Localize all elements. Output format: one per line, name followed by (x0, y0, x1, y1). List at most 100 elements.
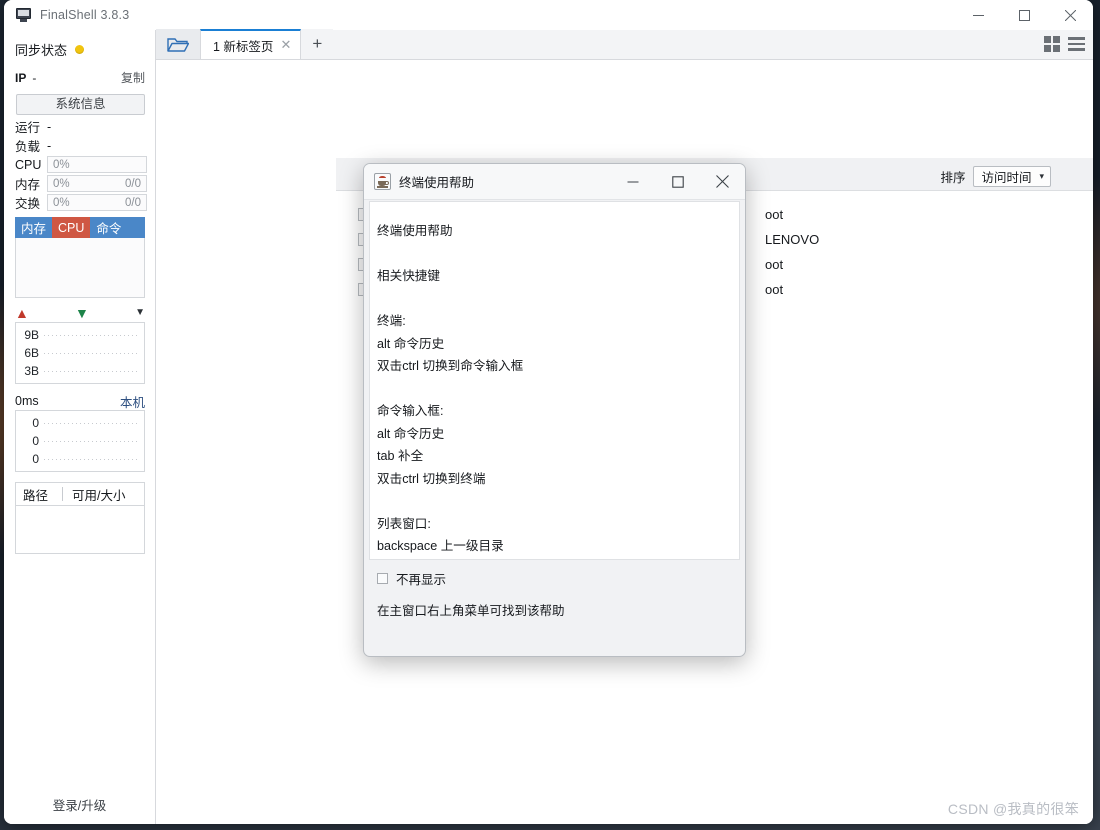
process-col-command[interactable]: 命令 (90, 217, 127, 238)
toolbar-icons (1044, 36, 1085, 52)
grid-view-icon[interactable] (1044, 36, 1060, 52)
finalshell-main-window: FinalShell 3.8.3 同步状态 IP - 复制 系统信息 运行 - … (4, 0, 1093, 824)
disk-col-size[interactable]: 可用/大小 (63, 485, 125, 504)
java-app-icon (374, 173, 391, 190)
close-icon[interactable]: ✕ (280, 37, 291, 53)
ping-latency: 0ms (15, 394, 39, 408)
tab-strip: 1 新标签页 ✕ + (156, 29, 1093, 60)
swap-ratio: 0/0 (125, 196, 141, 209)
chevron-down-icon: ▾ (1039, 171, 1044, 181)
list-item-label: oot (765, 282, 784, 297)
window-controls (955, 0, 1093, 30)
sync-status-indicator (75, 45, 85, 54)
ping-axis-label: 0 (32, 434, 39, 448)
swap-percent: 0% (53, 196, 70, 209)
dialog-close-button[interactable] (700, 164, 745, 200)
ping-gridline (44, 440, 140, 442)
process-table-body[interactable] (15, 238, 145, 298)
ping-host[interactable]: 本机 (120, 392, 145, 411)
minimize-button[interactable] (955, 0, 1001, 30)
system-info-button[interactable]: 系统信息 (16, 94, 145, 115)
dialog-title: 终端使用帮助 (399, 176, 475, 190)
help-text-area[interactable]: 终端使用帮助 相关快捷键 终端: alt 命令历史 双击ctrl 切换到命令输入… (369, 201, 740, 560)
copy-ip-button[interactable]: 复制 (121, 69, 145, 86)
sync-status-row: 同步状态 (4, 30, 155, 67)
swap-meter: 0% 0/0 (47, 194, 147, 211)
computer-icon (16, 8, 32, 22)
open-folder-icon[interactable] (156, 29, 200, 59)
cpu-meter: 0% (47, 156, 147, 173)
maximize-button[interactable] (1001, 0, 1047, 30)
uptime-label: 运行 (15, 121, 41, 135)
menu-list-icon[interactable] (1068, 37, 1085, 51)
network-axis-label: 3B (24, 364, 39, 378)
ping-gridline (44, 422, 140, 424)
window-titlebar: FinalShell 3.8.3 (4, 0, 1093, 30)
cpu-percent: 0% (53, 158, 70, 171)
ip-value: - (32, 70, 37, 85)
ping-axis-label: 0 (32, 452, 39, 466)
swap-label: 交换 (15, 197, 41, 211)
dont-show-again-checkbox[interactable] (377, 572, 388, 584)
dialog-minimize-button[interactable] (610, 164, 655, 200)
chevron-down-icon[interactable]: ▼ (135, 308, 145, 318)
ping-axis-label: 0 (32, 416, 39, 430)
network-graph-row: 9B (18, 326, 140, 344)
tab-new-page[interactable]: 1 新标签页 ✕ (200, 29, 302, 59)
network-axis-label: 6B (24, 346, 39, 360)
new-tab-button[interactable]: + (301, 29, 334, 59)
network-graph-row: 3B (18, 362, 140, 380)
memory-row: 内存 0% 0/0 (4, 174, 155, 193)
network-gridline (44, 370, 140, 372)
memory-label: 内存 (15, 178, 41, 192)
ping-graph: 0 0 0 (15, 410, 145, 472)
process-table-header: 内存 CPU 命令 (15, 217, 145, 238)
memory-ratio: 0/0 (125, 177, 141, 190)
sync-status-label: 同步状态 (15, 43, 68, 58)
sort-label: 排序 (940, 171, 966, 185)
dialog-footer: 不再显示 在主窗口右上角菜单可找到该帮助 (369, 567, 740, 619)
list-item-label: oot (765, 257, 784, 272)
sort-control: 排序 访问时间 ▾ (940, 166, 1051, 187)
dialog-footer-note: 在主窗口右上角菜单可找到该帮助 (377, 604, 565, 618)
network-gridline (44, 334, 140, 336)
arrow-down-icon: ▼ (75, 305, 89, 321)
uptime-value: - (47, 119, 52, 134)
network-gridline (44, 352, 140, 354)
load-value: - (47, 138, 52, 153)
disk-table-body[interactable] (15, 506, 145, 554)
dont-show-again-row[interactable]: 不再显示 (369, 567, 740, 589)
login-upgrade-link[interactable]: 登录/升级 (4, 795, 155, 814)
csdn-watermark: CSDN @我真的很笨 (947, 801, 1079, 817)
ping-graph-row: 0 (18, 414, 140, 432)
list-item-label: LENOVO (765, 232, 820, 247)
load-row: 负载 - (4, 136, 155, 155)
network-graph-row: 6B (18, 344, 140, 362)
close-button[interactable] (1047, 0, 1093, 30)
ip-label: IP (15, 70, 27, 85)
cpu-row: CPU 0% (4, 155, 155, 174)
disk-table-header: 路径 可用/大小 (15, 482, 145, 506)
dialog-window-controls (610, 164, 745, 200)
network-axis-label: 9B (24, 328, 39, 342)
process-col-cpu[interactable]: CPU (52, 217, 91, 238)
window-title: FinalShell 3.8.3 (40, 8, 130, 22)
sidebar: 同步状态 IP - 复制 系统信息 运行 - 负载 - CPU 0% 内存 0%… (4, 30, 156, 824)
process-col-memory[interactable]: 内存 (15, 217, 52, 238)
ping-graph-row: 0 (18, 432, 140, 450)
dialog-maximize-button[interactable] (655, 164, 700, 200)
arrow-up-icon: ▲ (15, 305, 29, 321)
memory-percent: 0% (53, 177, 70, 190)
uptime-row: 运行 - (4, 117, 155, 136)
ip-row: IP - 复制 (4, 67, 155, 90)
memory-meter: 0% 0/0 (47, 175, 147, 192)
tab-label: 1 新标签页 (213, 39, 274, 54)
swap-row: 交换 0% 0/0 (4, 193, 155, 212)
terminal-help-dialog: 终端使用帮助 终端使用帮助 相关快捷键 终端: alt 命令历史 双击ctrl … (363, 163, 746, 657)
network-graph-header: ▲ ▼ ▼ (15, 304, 145, 322)
ping-graph-row: 0 (18, 450, 140, 468)
sort-dropdown[interactable]: 访问时间 ▾ (973, 166, 1051, 187)
network-graph: 9B 6B 3B (15, 322, 145, 384)
sort-selected-value: 访问时间 (981, 171, 1032, 185)
disk-col-path[interactable]: 路径 (16, 485, 62, 504)
